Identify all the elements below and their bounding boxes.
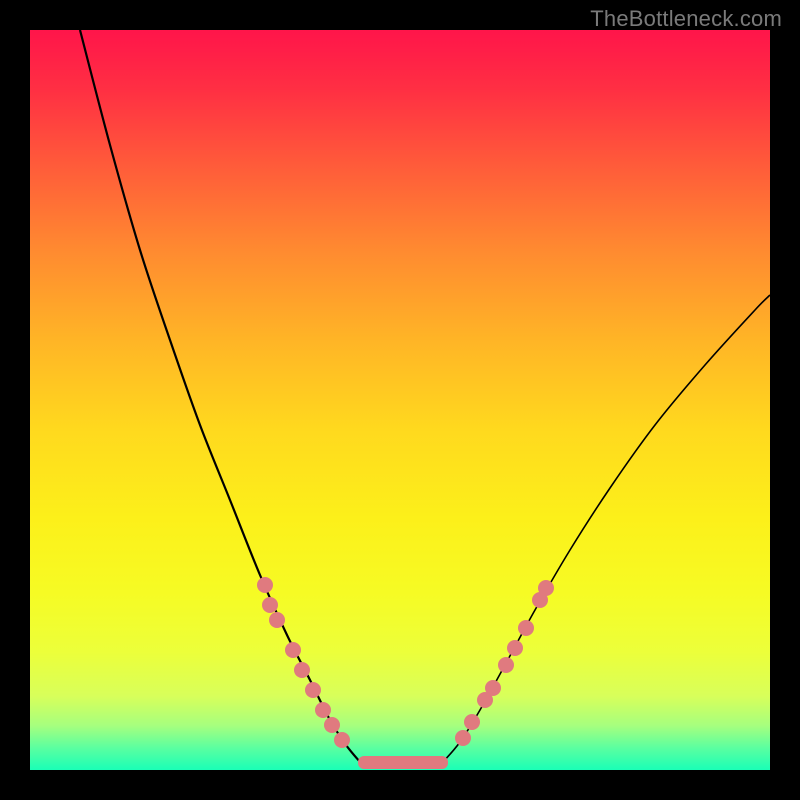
dot-left-3 (285, 642, 301, 658)
dot-right-5 (507, 640, 523, 656)
dot-right-6 (518, 620, 534, 636)
dot-left-4 (294, 662, 310, 678)
bottom-bar (358, 756, 448, 769)
dot-right-4 (498, 657, 514, 673)
dot-left-8 (334, 732, 350, 748)
dot-right-0 (455, 730, 471, 746)
watermark-text: TheBottleneck.com (590, 6, 782, 32)
dot-left-6 (315, 702, 331, 718)
dot-left-0 (257, 577, 273, 593)
dot-left-2 (269, 612, 285, 628)
dot-left-7 (324, 717, 340, 733)
chart-frame: TheBottleneck.com (0, 0, 800, 800)
plot-area (30, 30, 770, 770)
curve-left-curve (80, 30, 360, 762)
chart-svg (30, 30, 770, 770)
dot-left-1 (262, 597, 278, 613)
dot-right-3 (485, 680, 501, 696)
dot-left-5 (305, 682, 321, 698)
dot-right-1 (464, 714, 480, 730)
dot-right-8 (538, 580, 554, 596)
